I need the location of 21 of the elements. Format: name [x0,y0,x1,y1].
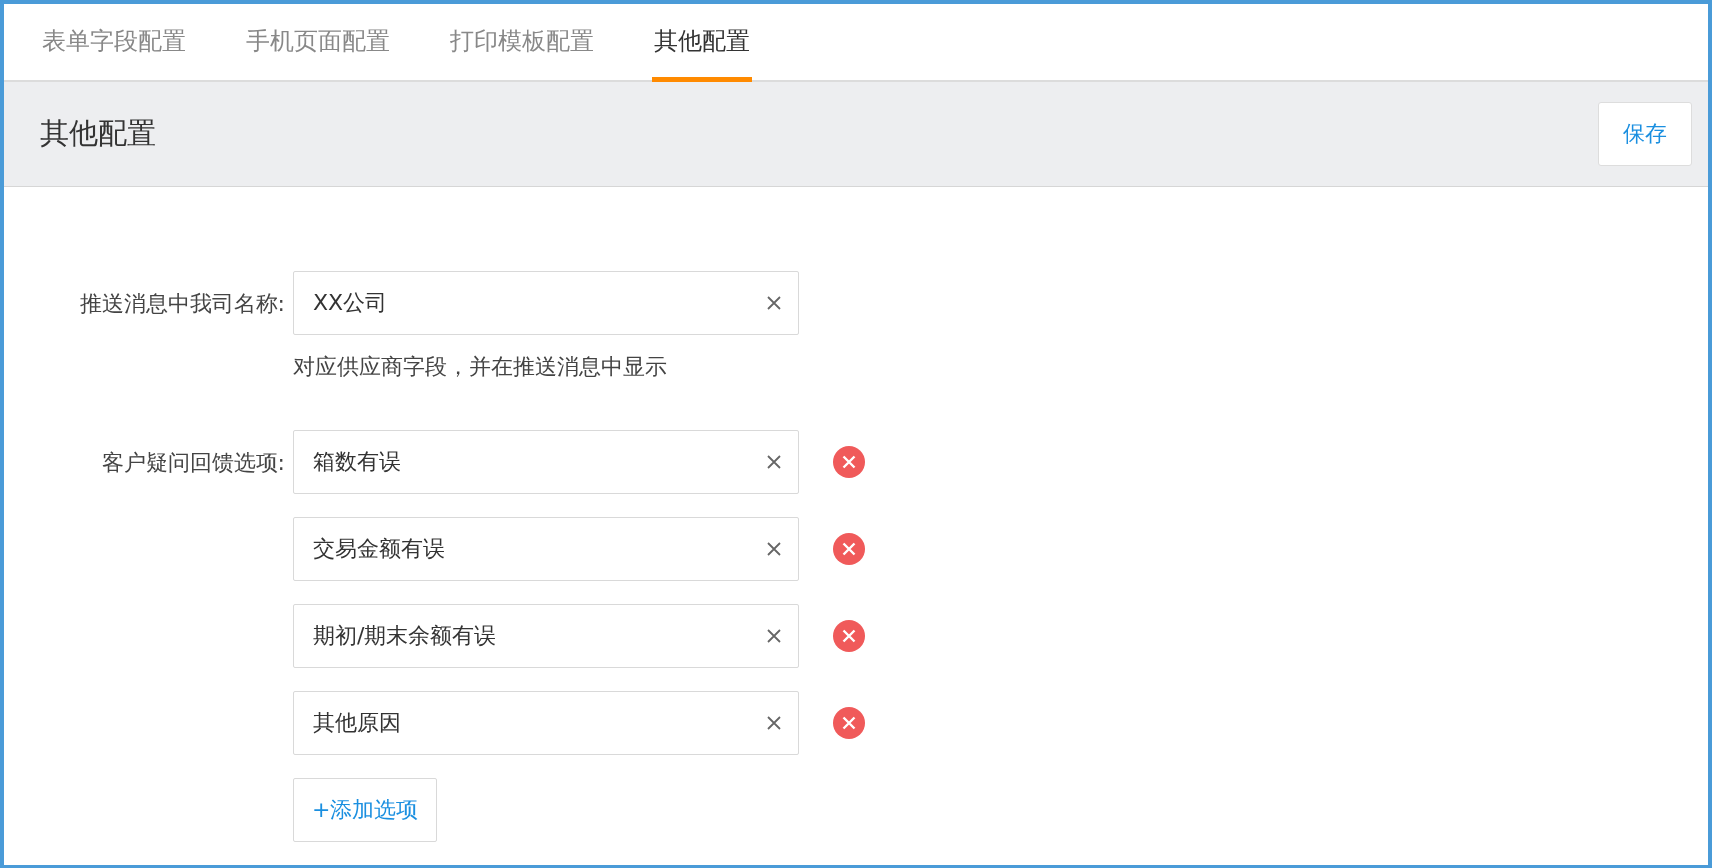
remove-icon[interactable] [833,446,865,478]
hint-text: 对应供应商字段，并在推送消息中显示 [293,353,668,381]
remove-icon[interactable] [833,707,865,739]
remove-icon[interactable] [833,620,865,652]
input-field[interactable]: XX公司 [293,271,799,335]
clear-icon[interactable] [766,715,782,731]
field-label: 客户疑问回馈选项: [100,449,286,477]
field-label: 推送消息中我司名称: [78,290,286,318]
clear-icon[interactable] [766,295,782,311]
input-field[interactable]: 其他原因 [293,691,799,755]
clear-icon[interactable] [766,628,782,644]
input-field[interactable]: 期初/期末余额有误 [293,604,799,668]
clear-icon[interactable] [766,541,782,557]
input-field[interactable]: 交易金额有误 [293,517,799,581]
tab[interactable]: 打印模板配置 [448,4,596,82]
page-title: 其他配置 [40,115,156,152]
input-field[interactable]: 箱数有误 [293,430,799,494]
tab[interactable]: 表单字段配置 [40,4,188,82]
remove-icon[interactable] [833,533,865,565]
tab[interactable]: 手机页面配置 [244,4,392,82]
clear-icon[interactable] [766,454,782,470]
